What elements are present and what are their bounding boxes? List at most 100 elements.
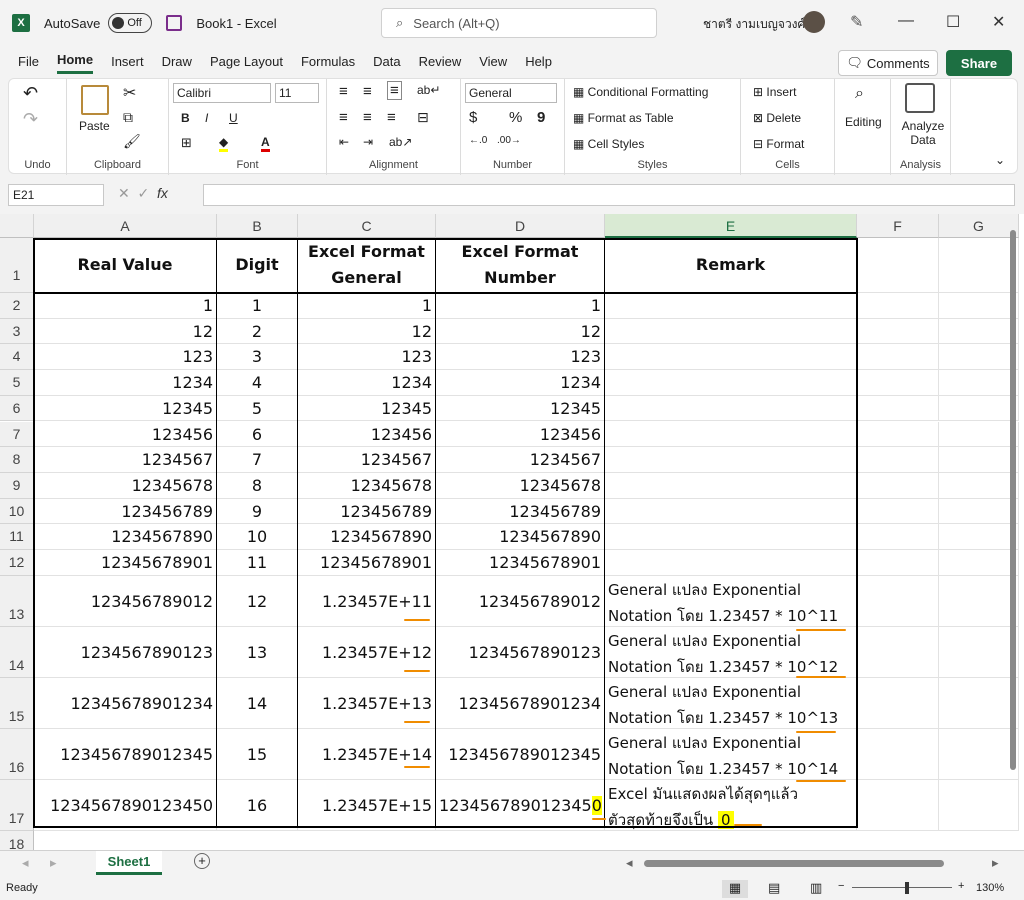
row-header[interactable]: 10 [0,498,34,525]
merge-icon[interactable]: ⊟ [417,109,429,126]
cell-d[interactable]: 123456 [436,421,605,448]
cut-icon[interactable]: ✂ [123,83,136,103]
row-header[interactable]: 9 [0,472,34,499]
cell-e[interactable] [605,524,857,550]
align-left-icon[interactable]: ≡ [339,109,348,126]
cell-b[interactable]: 6 [217,421,298,448]
autosave-toggle[interactable]: Off [108,13,153,33]
avatar[interactable] [803,11,825,33]
vertical-scroll-thumb[interactable] [1010,230,1016,770]
cell-d[interactable]: 123456789012 [436,575,605,627]
minimize-button[interactable]: — [898,12,914,30]
cell-a[interactable]: 123456 [34,421,217,448]
empty-cell[interactable] [857,421,939,448]
italic-button[interactable]: I [205,111,208,125]
cell-b[interactable]: 11 [217,550,298,576]
next-sheet-icon[interactable]: ▸ [50,855,57,871]
cell-a[interactable]: 1234567 [34,447,217,473]
column-header-c[interactable]: C [298,214,436,238]
cell-d[interactable]: 12 [436,318,605,345]
tab-review[interactable]: Review [419,50,462,73]
row-header[interactable]: 6 [0,395,34,422]
prev-sheet-icon[interactable]: ◂ [22,855,29,871]
empty-cell[interactable] [857,395,939,422]
increase-indent-icon[interactable]: ⇥ [363,135,373,149]
conditional-formatting-button[interactable]: ▦ Conditional Formatting [573,85,708,99]
empty-cell[interactable] [939,524,1019,550]
pen-icon[interactable]: ✎ [850,12,863,32]
cell-styles-button[interactable]: ▦ Cell Styles [573,137,644,151]
cell-e[interactable] [605,472,857,499]
cell-c[interactable]: 1 [298,293,436,319]
row-header[interactable]: 11 [0,524,34,550]
paste-button[interactable]: Paste [79,119,110,133]
page-layout-view-icon[interactable]: ▤ [768,880,780,896]
font-name-dropdown[interactable]: Calibri [173,83,271,103]
empty-cell[interactable] [939,728,1019,780]
row-header[interactable]: 18 [0,830,34,850]
cell-e[interactable] [605,498,857,525]
column-header-b[interactable]: B [217,214,298,238]
close-button[interactable]: ✕ [992,12,1005,32]
empty-cell[interactable] [939,238,1019,293]
cell-c[interactable]: 1234 [298,370,436,396]
cell-a[interactable]: 123456789012 [34,575,217,627]
cell-e[interactable] [605,370,857,396]
row-header[interactable]: 5 [0,370,34,396]
cell-a[interactable]: 12345 [34,395,217,422]
cell-d[interactable]: 12345678 [436,472,605,499]
cell-b[interactable]: 7 [217,447,298,473]
align-bottom-icon[interactable]: ≡ [387,81,402,100]
cell-b[interactable]: 2 [217,318,298,345]
analyze-data-button[interactable]: Analyze Data [899,119,947,147]
header-cell-e[interactable]: Remark [605,238,857,293]
comma-button[interactable]: 9 [537,109,545,126]
cell-d[interactable]: 123456789 [436,498,605,525]
cell-c[interactable]: 123 [298,344,436,371]
increase-decimal-icon[interactable]: ←.0 [469,135,487,146]
cell-d[interactable]: 12345678901234 [436,677,605,729]
user-name[interactable]: ชาตรี งามเบญจวงศ์ [703,15,805,34]
cell-d[interactable]: 1234567890123 [436,626,605,678]
row-header[interactable]: 13 [0,575,34,627]
delete-cells-button[interactable]: ⊠ Delete [753,111,801,125]
tab-data[interactable]: Data [373,50,400,73]
row-header[interactable]: 3 [0,318,34,345]
ribbon-collapse-icon[interactable]: ⌄ [995,153,1005,167]
cell-d[interactable]: 1234 [436,370,605,396]
cancel-icon[interactable]: ✕ [118,185,130,201]
empty-cell[interactable] [857,524,939,550]
empty-cell[interactable] [857,677,939,729]
bold-button[interactable]: B [181,111,190,125]
row-header[interactable]: 4 [0,344,34,371]
cell-c[interactable]: 1.23457E+15 [298,779,436,831]
wrap-text-icon[interactable]: ab↵ [417,83,440,97]
cell-c[interactable]: 1.23457E+14 [298,728,436,780]
cell-a[interactable]: 1 [34,293,217,319]
scroll-right-icon[interactable]: ▸ [992,855,999,871]
cell-b[interactable]: 1 [217,293,298,319]
header-cell-c[interactable]: Excel Format General [298,238,436,293]
empty-cell[interactable] [939,318,1019,345]
sheet-tab-sheet1[interactable]: Sheet1 [96,851,162,875]
tab-file[interactable]: File [18,50,39,73]
cell-e[interactable]: General แปลง Exponential Notation โดย 1.… [605,677,857,729]
cell-b[interactable]: 3 [217,344,298,371]
orientation-icon[interactable]: ab↗ [389,135,412,149]
cell-c[interactable]: 123456789 [298,498,436,525]
empty-cell[interactable] [939,498,1019,525]
decrease-indent-icon[interactable]: ⇤ [339,135,349,149]
cell-e[interactable]: Excel มันแสดงผลได้สุดๆแล้ว ตัวสุดท้ายจึงเ… [605,779,857,831]
cell-b[interactable]: 5 [217,395,298,422]
cell-e[interactable] [605,550,857,576]
currency-button[interactable]: $ [469,109,477,126]
cell-a[interactable]: 12345678901234 [34,677,217,729]
save-icon[interactable] [166,15,183,31]
empty-cell[interactable] [857,498,939,525]
row-header[interactable]: 14 [0,626,34,678]
enter-icon[interactable]: ✓ [138,185,150,201]
number-format-dropdown[interactable]: General [465,83,557,103]
cell-c[interactable]: 1234567 [298,447,436,473]
align-center-icon[interactable]: ≡ [363,109,372,126]
font-size-dropdown[interactable]: 11 [275,83,319,103]
